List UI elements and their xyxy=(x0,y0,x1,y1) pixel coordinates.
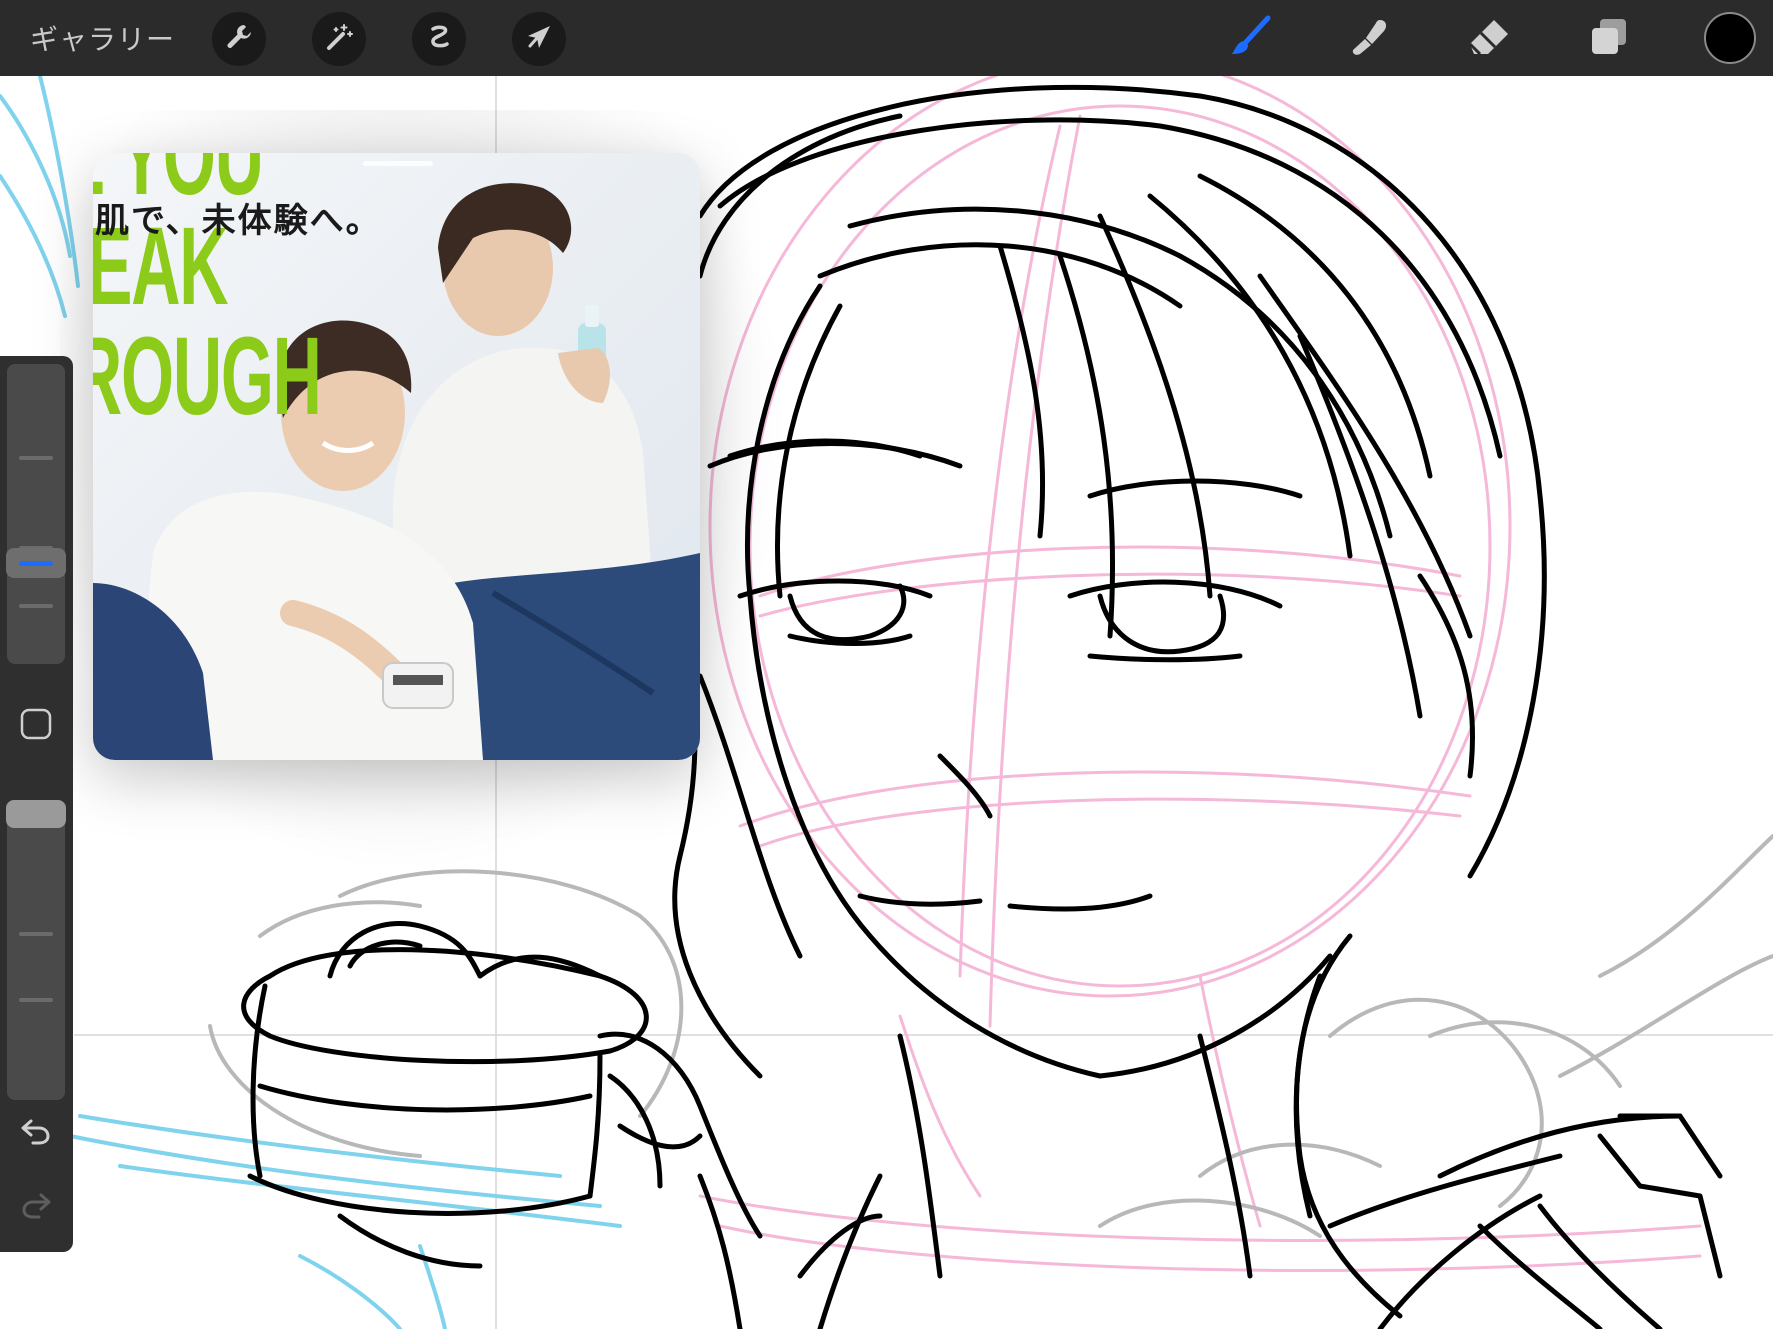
opacity-handle[interactable] xyxy=(6,800,66,828)
brush-size-slider[interactable] xyxy=(7,364,65,664)
layers-icon xyxy=(1586,14,1632,64)
smudge-finger-icon xyxy=(1346,14,1392,64)
gallery-button[interactable]: ギャラリー xyxy=(30,18,175,58)
reference-window[interactable]: L YOU EAK ROUGH 肌で、未体験へ。 xyxy=(93,153,700,760)
brush-icon xyxy=(1226,14,1272,64)
magic-wand-icon xyxy=(324,22,354,56)
opacity-slider[interactable] xyxy=(7,800,65,1100)
slider-tick xyxy=(19,998,53,1002)
selection-s-icon xyxy=(424,22,454,56)
redo-icon xyxy=(19,1189,53,1227)
modify-button[interactable] xyxy=(14,704,58,748)
reference-drag-handle[interactable] xyxy=(363,161,433,166)
brush-size-handle[interactable] xyxy=(6,548,66,578)
top-toolbar: ギャラリー xyxy=(0,0,1773,76)
color-picker-button[interactable] xyxy=(1704,12,1756,64)
undo-icon xyxy=(19,1115,53,1153)
smudge-tool-button[interactable] xyxy=(1342,12,1396,66)
slider-tick xyxy=(19,604,53,608)
layers-button[interactable] xyxy=(1582,12,1636,66)
slider-tick xyxy=(19,456,53,460)
wrench-icon xyxy=(224,22,254,56)
brush-tool-button[interactable] xyxy=(1222,12,1276,66)
square-modify-icon xyxy=(19,707,53,745)
eraser-icon xyxy=(1466,14,1512,64)
actions-button[interactable] xyxy=(212,12,266,66)
redo-button[interactable] xyxy=(14,1186,58,1230)
selection-button[interactable] xyxy=(412,12,466,66)
ad-tagline: 肌で、未体験へ。 xyxy=(95,201,382,241)
eraser-tool-button[interactable] xyxy=(1462,12,1516,66)
slider-tick xyxy=(19,932,53,936)
left-sidebar xyxy=(0,356,73,1252)
adjustments-button[interactable] xyxy=(312,12,366,66)
transform-button[interactable] xyxy=(512,12,566,66)
undo-button[interactable] xyxy=(14,1112,58,1156)
ad-headline-line-3: ROUGH xyxy=(93,315,322,438)
arrow-cursor-icon xyxy=(524,22,554,56)
